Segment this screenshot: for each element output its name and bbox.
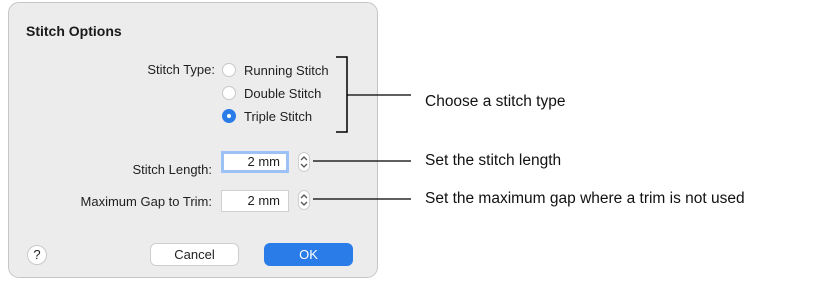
callout-stitch-length: Set the stitch length (425, 152, 562, 169)
callout-lines (313, 56, 411, 200)
callout-max-gap: Set the maximum gap where a trim is not … (425, 190, 745, 207)
stage: Stitch Options Stitch Type: Running Stit… (0, 0, 833, 281)
stitch-type-bracket (336, 56, 348, 133)
callout-stitch-type: Choose a stitch type (425, 93, 566, 110)
